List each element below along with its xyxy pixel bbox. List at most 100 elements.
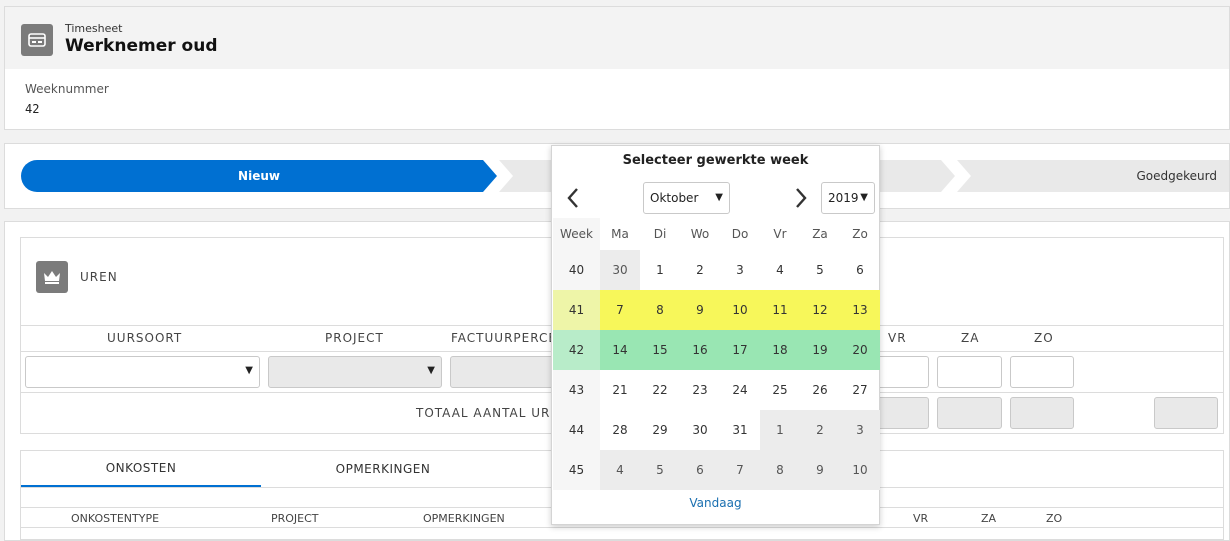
- week-total: [1154, 397, 1218, 429]
- day-cell[interactable]: 4: [760, 250, 800, 290]
- col-onkosten-za: ZA: [981, 512, 997, 525]
- day-cell[interactable]: 1: [640, 250, 680, 290]
- zo-hours-input[interactable]: [1010, 356, 1074, 388]
- header-vr: Vr: [773, 227, 787, 241]
- prev-month-button[interactable]: [562, 186, 584, 210]
- header-za: Za: [812, 227, 828, 241]
- caret-down-icon: ▼: [715, 192, 723, 203]
- day-cell[interactable]: 10: [720, 290, 760, 330]
- divider: [21, 527, 1223, 528]
- day-cell[interactable]: 28: [600, 410, 640, 450]
- week-number[interactable]: 45: [553, 450, 600, 490]
- day-cell[interactable]: 12: [800, 290, 840, 330]
- project-select[interactable]: ▼: [268, 356, 442, 388]
- year-select[interactable]: 2019 ▼: [821, 182, 875, 214]
- week-number[interactable]: 41: [553, 290, 600, 330]
- day-cell[interactable]: 23: [680, 370, 720, 410]
- header-zo: Zo: [852, 227, 868, 241]
- week-row-41-hovered[interactable]: 41 7 8 9 10 11 12 13: [553, 290, 880, 330]
- day-cell[interactable]: 2: [680, 250, 720, 290]
- day-cell[interactable]: 11: [760, 290, 800, 330]
- week-row-44[interactable]: 44 28 29 30 31 1 2 3: [553, 410, 880, 450]
- day-cell[interactable]: 17: [720, 330, 760, 370]
- totaal-label: TOTAAL AANTAL URE: [416, 406, 559, 420]
- col-vr: VR: [888, 331, 907, 345]
- day-cell[interactable]: 14: [600, 330, 640, 370]
- week-number[interactable]: 44: [553, 410, 600, 450]
- weeknummer-value: 42: [25, 102, 40, 116]
- week-number[interactable]: 40: [553, 250, 600, 290]
- week-row-43[interactable]: 43 21 22 23 24 25 26 27: [553, 370, 880, 410]
- today-link[interactable]: Vandaag: [552, 496, 879, 510]
- week-row-42-selected[interactable]: 42 14 15 16 17 18 19 20: [553, 330, 880, 370]
- day-cell[interactable]: 7: [600, 290, 640, 330]
- stage-goedgekeurd[interactable]: Goedgekeurd: [957, 160, 1229, 192]
- record-type-label: Timesheet: [65, 22, 123, 35]
- day-cell[interactable]: 8: [640, 290, 680, 330]
- header-ma: Ma: [611, 227, 629, 241]
- month-select[interactable]: Oktober ▼: [643, 182, 730, 214]
- za-hours-input[interactable]: [937, 356, 1002, 388]
- record-header: Timesheet Werknemer oud Weeknummer 42: [4, 6, 1230, 130]
- factuurpercentage-input[interactable]: [450, 356, 560, 388]
- col-factuurpercentage: FACTUURPERCE: [451, 331, 557, 345]
- week-row-40[interactable]: 40 30 1 2 3 4 5 6: [553, 250, 880, 290]
- day-cell[interactable]: 6: [840, 250, 880, 290]
- col-za: ZA: [961, 331, 980, 345]
- day-cell-other-month[interactable]: 8: [760, 450, 800, 490]
- calendar-header-row: Week Ma Di Wo Do Vr Za Zo: [553, 218, 880, 250]
- col-onkosten-zo: ZO: [1046, 512, 1063, 525]
- week-picker-popup: Selecteer gewerkte week Oktober ▼ 2019 ▼…: [551, 145, 880, 525]
- day-cell[interactable]: 26: [800, 370, 840, 410]
- day-cell-other-month[interactable]: 6: [680, 450, 720, 490]
- day-cell[interactable]: 19: [800, 330, 840, 370]
- day-cell[interactable]: 9: [680, 290, 720, 330]
- day-cell-other-month[interactable]: 9: [800, 450, 840, 490]
- week-number[interactable]: 43: [553, 370, 600, 410]
- day-cell-other-month[interactable]: 4: [600, 450, 640, 490]
- day-cell[interactable]: 27: [840, 370, 880, 410]
- day-cell[interactable]: 22: [640, 370, 680, 410]
- uren-title: UREN: [80, 270, 118, 284]
- caret-down-icon: ▼: [860, 192, 868, 203]
- day-cell-other-month[interactable]: 30: [600, 250, 640, 290]
- day-cell-other-month[interactable]: 2: [800, 410, 840, 450]
- day-cell[interactable]: 21: [600, 370, 640, 410]
- day-cell[interactable]: 5: [800, 250, 840, 290]
- day-cell[interactable]: 30: [680, 410, 720, 450]
- uursoort-select[interactable]: ▼: [25, 356, 260, 388]
- col-uursoort: UURSOORT: [107, 331, 183, 345]
- week-row-45[interactable]: 45 4 5 6 7 8 9 10: [553, 450, 880, 490]
- day-cell[interactable]: 16: [680, 330, 720, 370]
- day-cell-other-month[interactable]: 5: [640, 450, 680, 490]
- week-number[interactable]: 42: [553, 330, 600, 370]
- stage-nieuw[interactable]: Nieuw: [21, 160, 497, 192]
- day-cell[interactable]: 18: [760, 330, 800, 370]
- tab-onkosten[interactable]: ONKOSTEN: [21, 451, 261, 487]
- tab-opmerkingen[interactable]: OPMERKINGEN: [263, 451, 503, 487]
- day-cell-other-month[interactable]: 3: [840, 410, 880, 450]
- record-title: Werknemer oud: [65, 36, 218, 56]
- col-zo: ZO: [1034, 331, 1054, 345]
- day-cell[interactable]: 3: [720, 250, 760, 290]
- crown-icon: [36, 261, 68, 293]
- day-cell[interactable]: 24: [720, 370, 760, 410]
- day-cell-other-month[interactable]: 7: [720, 450, 760, 490]
- day-cell[interactable]: 13: [840, 290, 880, 330]
- card-icon: [21, 24, 53, 56]
- caret-down-icon: ▼: [427, 365, 435, 376]
- month-value: Oktober: [650, 191, 699, 205]
- day-cell[interactable]: 15: [640, 330, 680, 370]
- zo-total: [1010, 397, 1074, 429]
- chevron-left-icon: [567, 188, 578, 208]
- day-cell[interactable]: 31: [720, 410, 760, 450]
- day-cell[interactable]: 20: [840, 330, 880, 370]
- day-cell[interactable]: 25: [760, 370, 800, 410]
- day-cell-other-month[interactable]: 10: [840, 450, 880, 490]
- col-onkosten-opmerkingen: OPMERKINGEN: [423, 512, 505, 525]
- calendar-grid: Week Ma Di Wo Do Vr Za Zo 40 30 1 2 3 4 …: [553, 218, 880, 490]
- day-cell[interactable]: 29: [640, 410, 680, 450]
- day-cell-other-month[interactable]: 1: [760, 410, 800, 450]
- weeknummer-label: Weeknummer: [25, 82, 109, 96]
- next-month-button[interactable]: [790, 186, 812, 210]
